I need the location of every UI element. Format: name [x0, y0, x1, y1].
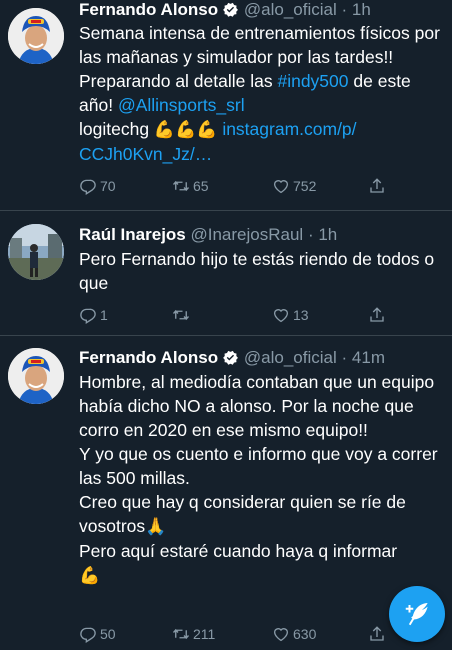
tweet-divider: [0, 335, 452, 336]
separator: ·: [307, 225, 314, 244]
tweet-text-segment: Hombre, al mediodía contaban que un equi…: [79, 372, 438, 536]
like-count: 752: [293, 178, 317, 194]
reply-icon: [80, 308, 96, 324]
heart-icon: [273, 180, 289, 194]
share-button[interactable]: [368, 303, 389, 327]
retweet-count: 65: [193, 178, 209, 194]
heart-icon: [273, 309, 289, 323]
share-button[interactable]: [368, 174, 389, 198]
tweet-divider: [0, 210, 452, 211]
reply-count: 1: [100, 307, 108, 323]
share-icon: [370, 178, 384, 193]
reply-button[interactable]: 1: [79, 303, 108, 327]
reply-button[interactable]: 70: [79, 174, 116, 198]
driver-helmet-avatar-icon: [8, 348, 64, 404]
reply-button[interactable]: 50: [79, 622, 116, 646]
tweet-link[interactable]: #indy500: [277, 71, 348, 91]
reply-icon: [80, 627, 96, 643]
author-name[interactable]: Fernando Alonso: [79, 0, 218, 19]
like-count: 630: [293, 626, 317, 642]
driver-helmet-avatar-icon: [8, 8, 64, 64]
like-button[interactable]: 752: [272, 174, 316, 198]
retweet-icon: [172, 309, 190, 321]
retweet-button[interactable]: 211: [172, 622, 215, 646]
emoji: 🙏: [145, 517, 167, 536]
share-icon: [370, 307, 384, 322]
like-button[interactable]: 13: [272, 303, 309, 327]
retweet-icon: [172, 628, 190, 640]
separator: ·: [341, 348, 348, 367]
share-button[interactable]: [368, 622, 389, 646]
tweet-text-segment: Pero Fernando hijo te estás riendo de to…: [79, 249, 439, 293]
separator: ·: [341, 0, 348, 19]
tweet-link[interactable]: @Allinsports_srl: [118, 95, 245, 115]
tweet-text: Hombre, al mediodía contaban que un equi…: [79, 370, 441, 588]
tweet-actions: 50 211 630: [79, 622, 442, 646]
timestamp[interactable]: 1h: [318, 225, 337, 244]
author-handle[interactable]: @InarejosRaul: [191, 225, 304, 244]
tweet-text: Pero Fernando hijo te estás riendo de to…: [79, 247, 441, 295]
verified-badge-icon: [222, 349, 239, 371]
author-name[interactable]: Raúl Inarejos: [79, 225, 186, 244]
emoji: 💪: [79, 566, 101, 585]
retweet-button[interactable]: [172, 303, 193, 327]
tweet-text: Semana intensa de entrenamientos físicos…: [79, 21, 441, 166]
author-handle[interactable]: @alo_oficial: [244, 348, 337, 367]
tweet-header: Raúl Inarejos @InarejosRaul · 1h: [79, 225, 446, 245]
share-icon: [370, 626, 384, 641]
tweet-actions: 1 13: [79, 303, 442, 327]
emoji: 💪💪💪: [153, 120, 218, 139]
like-count: 13: [293, 307, 309, 323]
author-handle[interactable]: @alo_oficial: [244, 0, 337, 19]
verified-badge-icon: [222, 1, 239, 23]
reply-count: 70: [100, 178, 116, 194]
retweet-count: 211: [193, 626, 216, 642]
retweet-button[interactable]: 65: [172, 174, 209, 198]
heart-icon: [273, 628, 289, 642]
compose-feather-icon: [405, 603, 428, 626]
avatar[interactable]: [8, 348, 64, 404]
timestamp[interactable]: 1h: [352, 0, 371, 19]
tweet-header: Fernando Alonso @alo_oficial · 41m: [79, 348, 446, 371]
retweet-icon: [172, 180, 190, 192]
tweet-actions: 70 65 752: [79, 174, 442, 198]
avatar[interactable]: [8, 224, 64, 280]
tweet-header: Fernando Alonso @alo_oficial · 1h: [79, 0, 446, 23]
compose-tweet-button[interactable]: [389, 586, 445, 642]
tweet-text-segment: logitechg: [79, 119, 150, 139]
avatar[interactable]: [8, 8, 64, 64]
person-outdoor-avatar-icon: [8, 224, 64, 280]
tweet-text-segment: Pero aquí estaré cuando haya q informar: [79, 541, 398, 561]
reply-count: 50: [100, 626, 116, 642]
timestamp[interactable]: 41m: [352, 348, 385, 367]
like-button[interactable]: 630: [272, 622, 316, 646]
reply-icon: [80, 179, 96, 195]
author-name[interactable]: Fernando Alonso: [79, 348, 218, 367]
